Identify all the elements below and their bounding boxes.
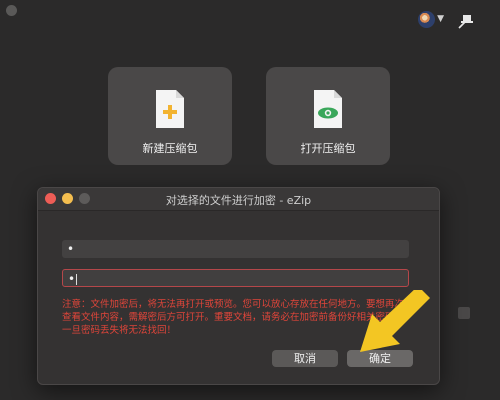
- confirm-password-value: •: [68, 272, 76, 286]
- new-archive-button[interactable]: 新建压缩包: [108, 67, 232, 165]
- side-icon[interactable]: [458, 307, 470, 319]
- avatar: [418, 11, 435, 28]
- password-field[interactable]: •: [62, 240, 409, 258]
- account-menu[interactable]: ▼: [418, 11, 444, 29]
- open-archive-button[interactable]: 打开压缩包: [266, 67, 390, 165]
- password-value: •: [67, 242, 75, 256]
- open-archive-label: 打开压缩包: [300, 142, 356, 155]
- dialog-titlebar: 对选择的文件进行加密 - eZip: [38, 188, 439, 211]
- new-archive-label: 新建压缩包: [142, 142, 198, 155]
- confirm-password-field[interactable]: •: [62, 269, 409, 287]
- open-archive-icon: [314, 90, 342, 128]
- pointer-arrow-icon: [360, 290, 430, 352]
- window-control-dot[interactable]: [6, 5, 17, 16]
- new-archive-icon: [156, 90, 184, 128]
- chevron-down-icon: ▼: [437, 14, 444, 24]
- cancel-button[interactable]: 取消: [272, 350, 338, 367]
- dialog-title: 对选择的文件进行加密 - eZip: [165, 194, 312, 207]
- pin-icon[interactable]: [456, 12, 474, 30]
- text-caret: [76, 274, 78, 285]
